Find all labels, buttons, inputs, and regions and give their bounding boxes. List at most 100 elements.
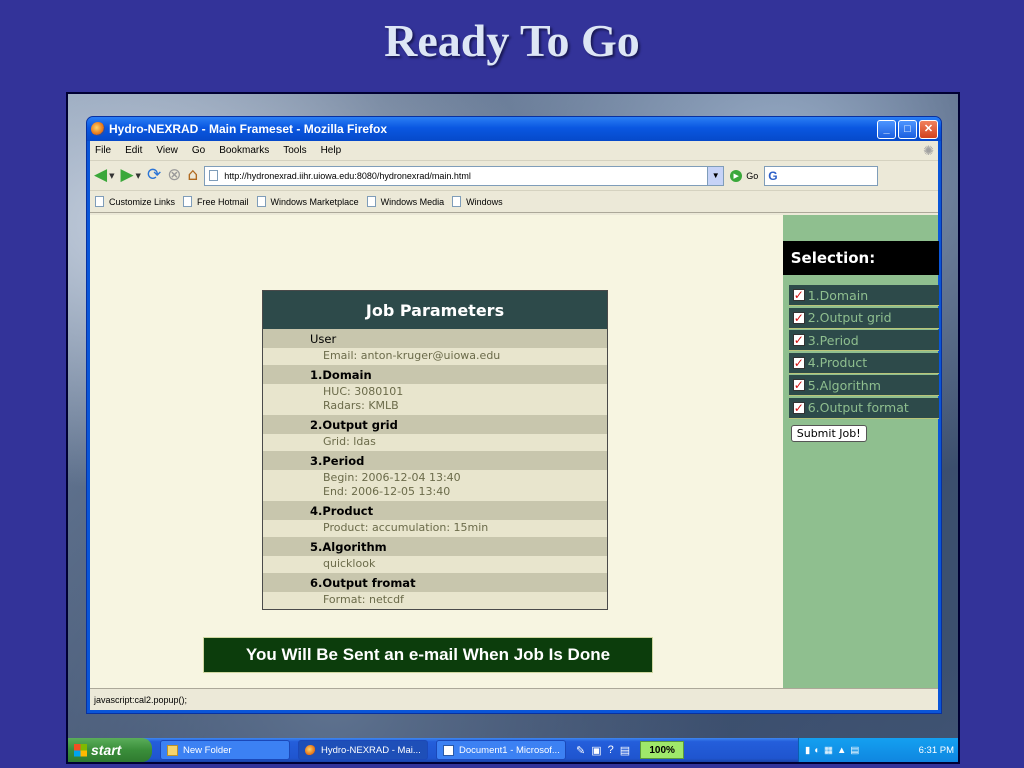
quick-launch: ✎ ▣ ? ▤ <box>576 744 630 757</box>
selection-item-label: 4.Product <box>807 355 868 371</box>
checkmark-icon: ✓ <box>792 378 805 393</box>
selection-item-domain[interactable]: ✓ 1.Domain <box>788 285 939 306</box>
taskbar-item-firefox[interactable]: Hydro-NEXRAD - Mai... <box>298 740 428 760</box>
bookmark-label: Customize Links <box>109 196 176 207</box>
selection-item-output-grid[interactable]: ✓ 2.Output grid <box>788 307 939 329</box>
zoom-level[interactable]: 100% <box>640 741 685 759</box>
menu-edit[interactable]: Edit <box>125 145 142 156</box>
bookmark-page-icon <box>366 196 376 207</box>
reload-icon[interactable]: ⟳ <box>147 167 161 184</box>
menu-file[interactable]: File <box>95 145 111 156</box>
tool-icon[interactable]: ✎ <box>576 744 585 757</box>
bookmarks-toolbar: Customize Links Free Hotmail Windows Mar… <box>90 191 938 213</box>
printer-icon[interactable]: ▤ <box>850 745 859 756</box>
row-label: 5.Algorithm <box>263 537 607 556</box>
window-title: Hydro-NEXRAD - Main Frameset - Mozilla F… <box>109 122 388 136</box>
firefox-logo-icon <box>91 122 105 136</box>
screen-icon[interactable]: ▣ <box>591 744 601 757</box>
bookmark-label: Windows Marketplace <box>270 196 359 207</box>
checkmark-icon: ✓ <box>792 400 805 415</box>
row-label: 2.Output grid <box>263 415 607 434</box>
address-dropdown-chevron-down-icon[interactable]: ▼ <box>707 166 724 185</box>
folder-icon <box>167 744 178 756</box>
taskbar-item-label: Hydro-NEXRAD - Mai... <box>321 744 421 756</box>
menu-go[interactable]: Go <box>192 145 205 156</box>
go-button[interactable]: ▶ Go <box>730 169 759 182</box>
selection-item-output-format[interactable]: ✓ 6.Output format <box>788 397 939 419</box>
volume-icon[interactable]: ◐ <box>814 745 820 756</box>
word-document-icon <box>443 744 454 756</box>
clipboard-icon[interactable]: ▤ <box>620 744 630 757</box>
signal-icon[interactable]: ▲ <box>837 745 846 756</box>
minimize-button[interactable]: _ <box>877 119 896 139</box>
selection-item-product[interactable]: ✓ 4.Product <box>788 352 939 374</box>
close-button[interactable]: ✕ <box>919 119 938 139</box>
checkmark-icon: ✓ <box>792 333 805 348</box>
menu-bar: File Edit View Go Bookmarks Tools Help ✺ <box>90 141 938 161</box>
selection-list: ✓ 1.Domain ✓ 2.Output grid ✓ 3.Period ✓ … <box>788 285 939 421</box>
help-icon[interactable]: ? <box>608 744 614 757</box>
menu-tools[interactable]: Tools <box>283 145 306 156</box>
selection-item-label: 1.Domain <box>807 287 869 303</box>
checkmark-icon: ✓ <box>792 288 805 302</box>
address-bar[interactable]: http://hydronexrad.iihr.uiowa.edu:8080/h… <box>204 165 725 186</box>
home-icon[interactable]: ⌂ <box>187 167 198 184</box>
taskbar-item-new-folder[interactable]: New Folder <box>160 740 290 760</box>
selection-item-period[interactable]: ✓ 3.Period <box>788 330 939 352</box>
slide-title: Ready To Go <box>384 15 640 66</box>
menu-bookmarks[interactable]: Bookmarks <box>219 145 269 156</box>
taskbar-item-word[interactable]: Document1 - Microsof... <box>436 740 566 760</box>
address-url[interactable]: http://hydronexrad.iihr.uiowa.edu:8080/h… <box>224 171 471 181</box>
stop-icon[interactable]: ⊗ <box>167 167 181 184</box>
start-button[interactable]: start <box>68 738 152 762</box>
bookmark-windows[interactable]: Windows <box>452 196 503 207</box>
network-icon[interactable]: ▦ <box>824 745 833 756</box>
bookmark-windows-media[interactable]: Windows Media <box>366 196 444 207</box>
search-input[interactable]: G <box>764 165 879 186</box>
row-value: quicklook <box>263 556 607 573</box>
row-label: 3.Period <box>263 451 607 470</box>
job-parameters-header: Job Parameters <box>263 291 607 329</box>
selection-item-label: 5.Algorithm <box>807 377 881 393</box>
bookmark-label: Windows <box>466 196 503 207</box>
menu-help[interactable]: Help <box>321 145 342 156</box>
system-tray: ▮ ◐ ▦ ▲ ▤ 6:31 PM <box>798 738 958 762</box>
browser-body: File Edit View Go Bookmarks Tools Help ✺… <box>90 141 939 710</box>
selection-sidebar: Selection: ✓ 1.Domain ✓ 2.Output grid ✓ <box>782 215 939 689</box>
selection-header: Selection: <box>782 241 939 275</box>
google-search-icon: G <box>768 168 778 183</box>
forward-icon[interactable]: ▶ <box>120 167 133 184</box>
bookmark-page-icon <box>452 196 462 207</box>
selection-item-label: 3.Period <box>807 332 859 348</box>
taskbar-item-label: New Folder <box>183 744 232 756</box>
job-row-output-grid: 2.Output grid Grid: ldas <box>263 415 607 451</box>
bookmark-windows-marketplace[interactable]: Windows Marketplace <box>256 196 359 207</box>
battery-icon[interactable]: ▮ <box>805 745 810 756</box>
window-titlebar[interactable]: Hydro-NEXRAD - Main Frameset - Mozilla F… <box>87 117 941 141</box>
bookmark-customize-links[interactable]: Customize Links <box>95 196 175 207</box>
checkmark-icon: ✓ <box>792 355 805 370</box>
bookmark-free-hotmail[interactable]: Free Hotmail <box>183 196 249 207</box>
page-icon <box>209 170 219 181</box>
submit-job-button[interactable]: Submit Job! <box>790 425 867 442</box>
row-label: User <box>263 329 607 348</box>
job-row-algorithm: 5.Algorithm quicklook <box>263 537 607 573</box>
selection-item-label: 6.Output format <box>807 400 909 416</box>
status-bar: javascript:cal2.popup(); <box>90 688 938 710</box>
back-icon[interactable]: ◀ <box>94 167 107 184</box>
firefox-icon <box>305 744 316 756</box>
throbber-icon: ✺ <box>923 142 934 158</box>
job-row-product: 4.Product Product: accumulation: 15min <box>263 501 607 537</box>
selection-item-algorithm[interactable]: ✓ 5.Algorithm <box>788 375 939 397</box>
bookmark-page-icon <box>183 196 193 207</box>
row-value: Product: accumulation: 15min <box>263 520 607 537</box>
windows-taskbar: start New Folder Hydro-NEXRAD - Mai... D… <box>68 738 958 762</box>
row-value-line: HUC: 3080101 <box>323 385 404 398</box>
back-history-chevron-down-icon[interactable]: ▼ <box>109 172 114 180</box>
firefox-window: Hydro-NEXRAD - Main Frameset - Mozilla F… <box>86 116 942 714</box>
maximize-button[interactable]: □ <box>898 119 917 139</box>
selection-item-label: 2.Output grid <box>807 310 892 326</box>
menu-view[interactable]: View <box>156 145 178 156</box>
forward-history-chevron-down-icon[interactable]: ▼ <box>136 172 141 180</box>
go-label: Go <box>746 170 759 181</box>
